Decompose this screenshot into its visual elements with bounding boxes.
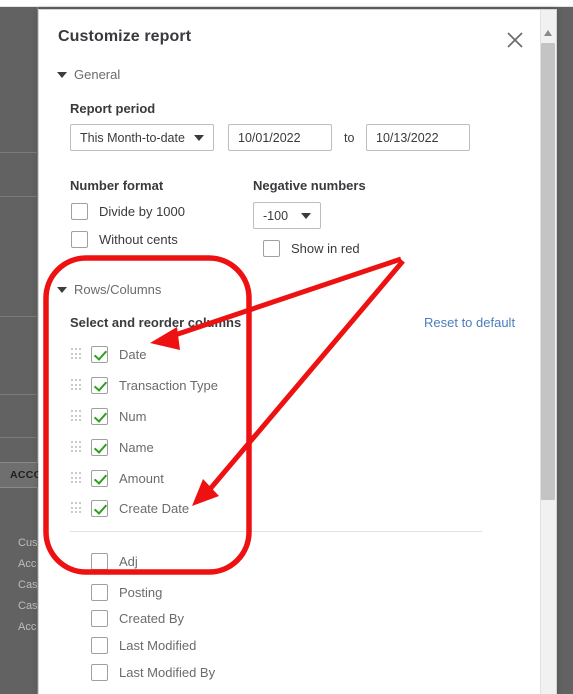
chevron-down-icon	[194, 134, 204, 141]
drag-handle-icon[interactable]	[71, 410, 82, 422]
column-label: Create Date	[119, 500, 190, 516]
checkbox-box	[71, 230, 88, 248]
background-divider	[0, 196, 38, 197]
checkbox-without-cents[interactable]: Without cents	[71, 229, 178, 249]
drag-handle-icon[interactable]	[71, 348, 82, 360]
negative-format-value: -100	[263, 208, 289, 223]
to-label: to	[344, 131, 355, 145]
column-label: Posting	[119, 584, 163, 600]
section-general-label: General	[74, 67, 121, 82]
background-divider	[0, 394, 38, 395]
checkbox-box	[91, 345, 108, 363]
section-rows-columns[interactable]: Rows/Columns	[57, 282, 161, 297]
column-label: Date	[119, 346, 147, 362]
background-table-row: Acc	[18, 621, 37, 633]
drag-handle-icon[interactable]	[71, 441, 82, 453]
drag-handle-icon[interactable]	[71, 502, 82, 514]
date-to-value: 10/13/2022	[376, 130, 439, 145]
number-format-label: Number format	[70, 178, 164, 193]
date-from-input[interactable]: 10/01/2022	[228, 124, 332, 151]
reset-to-default-link[interactable]: Reset to default	[424, 315, 515, 330]
column-label: Num	[119, 408, 147, 424]
column-label: Amount	[119, 470, 164, 486]
checkbox-show-in-red[interactable]: Show in red	[263, 238, 360, 258]
section-rows-columns-label: Rows/Columns	[74, 282, 162, 297]
select-reorder-label: Select and reorder columns	[70, 315, 242, 330]
checkbox-box	[91, 609, 108, 627]
column-label: Adj	[119, 553, 138, 569]
column-row-name[interactable]: Name	[71, 437, 154, 457]
column-label: Last Modified	[119, 637, 197, 653]
column-row-date[interactable]: Date	[71, 344, 146, 364]
columns-divider	[70, 531, 482, 532]
chevron-down-icon	[57, 286, 67, 293]
background-divider	[0, 437, 38, 438]
scroll-up-arrow-icon[interactable]	[540, 26, 556, 40]
column-row-amount[interactable]: Amount	[71, 468, 164, 488]
background-divider	[0, 152, 38, 153]
column-row-create-date[interactable]: Create Date	[71, 498, 189, 518]
negative-numbers-label: Negative numbers	[253, 178, 366, 193]
date-to-input[interactable]: 10/13/2022	[366, 124, 470, 151]
background-table-row: Acc	[18, 558, 37, 570]
column-label: Last Modified By	[119, 664, 216, 680]
customize-report-dialog: Customize report General Report period T…	[38, 9, 557, 694]
scrollbar-thumb[interactable]	[541, 43, 555, 500]
column-row-last-modified[interactable]: Last Modified	[91, 635, 196, 655]
chevron-down-icon	[57, 71, 67, 78]
checkbox-label: Show in red	[291, 240, 360, 256]
column-label: Created By	[119, 610, 185, 626]
column-row-created-by[interactable]: Created By	[91, 608, 184, 628]
background-divider	[0, 316, 38, 317]
drag-handle-icon[interactable]	[71, 379, 82, 391]
checkbox-box	[91, 583, 108, 601]
background-table-row: Cas	[18, 579, 38, 591]
background-top-strip	[0, 0, 573, 7]
checkbox-box	[71, 202, 88, 220]
column-label: Transaction Type	[119, 377, 218, 393]
screen: ACCO Cus Acc Cas Cas Acc Customize repor…	[0, 0, 573, 694]
checkbox-box	[91, 663, 108, 681]
checkbox-box	[91, 552, 108, 570]
checkbox-box	[263, 239, 280, 257]
checkbox-label: Divide by 1000	[99, 203, 185, 219]
background-table-row: Cas	[18, 600, 38, 612]
report-period-value: This Month-to-date	[80, 130, 185, 145]
checkbox-box	[91, 636, 108, 654]
checkbox-box	[91, 438, 108, 456]
drag-handle-icon[interactable]	[71, 472, 82, 484]
checkbox-label: Without cents	[99, 231, 178, 247]
dialog-scrollbar[interactable]	[540, 10, 556, 694]
negative-format-select[interactable]: -100	[253, 202, 321, 229]
checkbox-divide-by-1000[interactable]: Divide by 1000	[71, 201, 185, 221]
checkbox-box	[91, 469, 108, 487]
column-row-posting[interactable]: Posting	[91, 582, 162, 602]
checkbox-box	[91, 407, 108, 425]
section-general[interactable]: General	[57, 67, 120, 82]
column-row-transaction-type[interactable]: Transaction Type	[71, 375, 218, 395]
chevron-down-icon	[301, 212, 311, 219]
column-label: Name	[119, 439, 154, 455]
report-period-select[interactable]: This Month-to-date	[70, 124, 214, 151]
background-table-row: Cus	[18, 537, 38, 549]
date-from-value: 10/01/2022	[238, 130, 301, 145]
close-icon[interactable]	[505, 30, 525, 50]
background-table-header-label: ACCO	[10, 469, 43, 481]
column-row-last-modified-by[interactable]: Last Modified By	[91, 662, 215, 682]
column-row-adj[interactable]: Adj	[91, 551, 138, 571]
column-row-num[interactable]: Num	[71, 406, 146, 426]
checkbox-box	[91, 376, 108, 394]
checkbox-box	[91, 499, 108, 517]
report-period-label: Report period	[70, 101, 156, 116]
dialog-title: Customize report	[58, 28, 192, 45]
background-table-header: ACCO	[0, 462, 43, 488]
